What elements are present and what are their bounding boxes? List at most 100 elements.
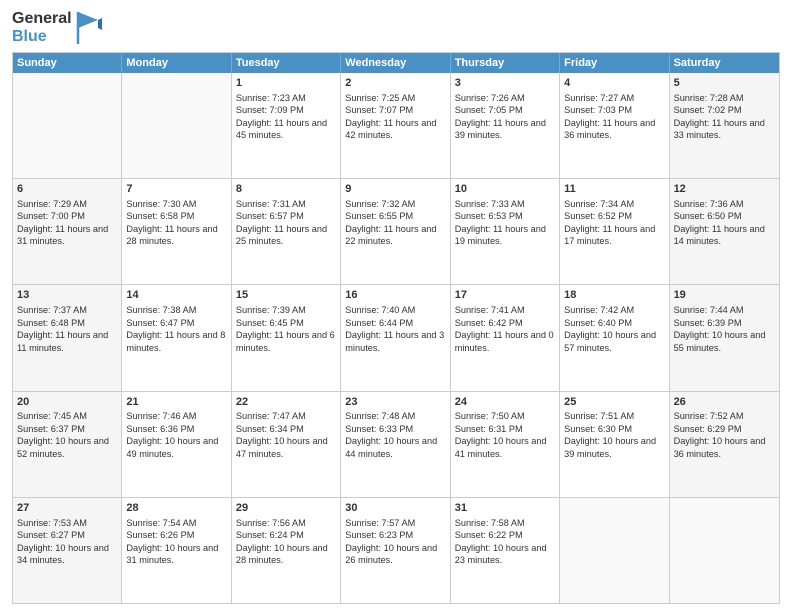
day-info: Sunrise: 7:28 AM Sunset: 7:02 PM Dayligh… bbox=[674, 93, 765, 140]
day-info: Sunrise: 7:23 AM Sunset: 7:09 PM Dayligh… bbox=[236, 93, 327, 140]
day-info: Sunrise: 7:53 AM Sunset: 6:27 PM Dayligh… bbox=[17, 518, 109, 565]
day-info: Sunrise: 7:26 AM Sunset: 7:05 PM Dayligh… bbox=[455, 93, 546, 140]
day-info: Sunrise: 7:40 AM Sunset: 6:44 PM Dayligh… bbox=[345, 305, 444, 352]
day-number: 30 bbox=[345, 501, 445, 516]
day-info: Sunrise: 7:27 AM Sunset: 7:03 PM Dayligh… bbox=[564, 93, 655, 140]
day-cell-6: 6 Sunrise: 7:29 AM Sunset: 7:00 PM Daylig… bbox=[13, 179, 122, 284]
header-friday: Friday bbox=[560, 53, 669, 73]
calendar-row-1: 6 Sunrise: 7:29 AM Sunset: 7:00 PM Daylig… bbox=[13, 178, 779, 284]
day-info: Sunrise: 7:42 AM Sunset: 6:40 PM Dayligh… bbox=[564, 305, 656, 352]
day-number: 24 bbox=[455, 395, 555, 410]
day-cell-4: 4 Sunrise: 7:27 AM Sunset: 7:03 PM Daylig… bbox=[560, 73, 669, 178]
day-number: 17 bbox=[455, 288, 555, 303]
day-info: Sunrise: 7:38 AM Sunset: 6:47 PM Dayligh… bbox=[126, 305, 225, 352]
header-wednesday: Wednesday bbox=[341, 53, 450, 73]
day-info: Sunrise: 7:31 AM Sunset: 6:57 PM Dayligh… bbox=[236, 199, 327, 246]
day-number: 4 bbox=[564, 76, 664, 91]
day-info: Sunrise: 7:36 AM Sunset: 6:50 PM Dayligh… bbox=[674, 199, 765, 246]
day-cell-28: 28Sunrise: 7:54 AM Sunset: 6:26 PM Dayli… bbox=[122, 498, 231, 603]
day-info: Sunrise: 7:51 AM Sunset: 6:30 PM Dayligh… bbox=[564, 411, 656, 458]
day-number: 23 bbox=[345, 395, 445, 410]
day-number: 7 bbox=[126, 182, 226, 197]
day-number: 20 bbox=[17, 395, 117, 410]
day-cell-31: 31Sunrise: 7:58 AM Sunset: 6:22 PM Dayli… bbox=[451, 498, 560, 603]
day-cell-19: 19 Sunrise: 7:44 AM Sunset: 6:39 PM Dayli… bbox=[670, 285, 779, 390]
day-cell-15: 15Sunrise: 7:39 AM Sunset: 6:45 PM Dayli… bbox=[232, 285, 341, 390]
header-tuesday: Tuesday bbox=[232, 53, 341, 73]
calendar-row-4: 27 Sunrise: 7:53 AM Sunset: 6:27 PM Dayli… bbox=[13, 497, 779, 603]
day-info: Sunrise: 7:37 AM Sunset: 6:48 PM Dayligh… bbox=[17, 305, 108, 352]
day-number: 10 bbox=[455, 182, 555, 197]
day-info: Sunrise: 7:48 AM Sunset: 6:33 PM Dayligh… bbox=[345, 411, 437, 458]
logo: General Blue bbox=[12, 10, 102, 46]
day-cell-17: 17 Sunrise: 7:41 AM Sunset: 6:42 PM Dayli… bbox=[451, 285, 560, 390]
day-number: 29 bbox=[236, 501, 336, 516]
day-number: 9 bbox=[345, 182, 445, 197]
day-number: 12 bbox=[674, 182, 775, 197]
day-number: 13 bbox=[17, 288, 117, 303]
day-cell-9: 9Sunrise: 7:32 AM Sunset: 6:55 PM Daylig… bbox=[341, 179, 450, 284]
page-header: General Blue bbox=[12, 10, 780, 46]
day-info: Sunrise: 7:46 AM Sunset: 6:36 PM Dayligh… bbox=[126, 411, 218, 458]
day-cell-23: 23Sunrise: 7:48 AM Sunset: 6:33 PM Dayli… bbox=[341, 392, 450, 497]
day-cell-8: 8Sunrise: 7:31 AM Sunset: 6:57 PM Daylig… bbox=[232, 179, 341, 284]
day-number: 15 bbox=[236, 288, 336, 303]
day-cell-27: 27 Sunrise: 7:53 AM Sunset: 6:27 PM Dayli… bbox=[13, 498, 122, 603]
day-info: Sunrise: 7:52 AM Sunset: 6:29 PM Dayligh… bbox=[674, 411, 766, 458]
day-number: 16 bbox=[345, 288, 445, 303]
day-number: 19 bbox=[674, 288, 775, 303]
day-cell-30: 30 Sunrise: 7:57 AM Sunset: 6:23 PM Dayli… bbox=[341, 498, 450, 603]
day-cell-22: 22Sunrise: 7:47 AM Sunset: 6:34 PM Dayli… bbox=[232, 392, 341, 497]
header-thursday: Thursday bbox=[451, 53, 560, 73]
day-cell-3: 3 Sunrise: 7:26 AM Sunset: 7:05 PM Daylig… bbox=[451, 73, 560, 178]
day-number: 1 bbox=[236, 76, 336, 91]
calendar-row-3: 20Sunrise: 7:45 AM Sunset: 6:37 PM Dayli… bbox=[13, 391, 779, 497]
day-info: Sunrise: 7:41 AM Sunset: 6:42 PM Dayligh… bbox=[455, 305, 554, 352]
day-info: Sunrise: 7:25 AM Sunset: 7:07 PM Dayligh… bbox=[345, 93, 436, 140]
empty-cell bbox=[122, 73, 231, 178]
day-cell-7: 7 Sunrise: 7:30 AM Sunset: 6:58 PM Daylig… bbox=[122, 179, 231, 284]
day-number: 26 bbox=[674, 395, 775, 410]
calendar-row-0: 1 Sunrise: 7:23 AM Sunset: 7:09 PM Daylig… bbox=[13, 73, 779, 178]
logo-text: General Blue bbox=[12, 10, 72, 45]
day-number: 22 bbox=[236, 395, 336, 410]
calendar-body: 1 Sunrise: 7:23 AM Sunset: 7:09 PM Daylig… bbox=[13, 73, 779, 603]
day-info: Sunrise: 7:44 AM Sunset: 6:39 PM Dayligh… bbox=[674, 305, 766, 352]
logo-flag-svg bbox=[74, 10, 102, 46]
day-info: Sunrise: 7:34 AM Sunset: 6:52 PM Dayligh… bbox=[564, 199, 655, 246]
day-info: Sunrise: 7:50 AM Sunset: 6:31 PM Dayligh… bbox=[455, 411, 547, 458]
day-number: 6 bbox=[17, 182, 117, 197]
empty-cell bbox=[560, 498, 669, 603]
day-info: Sunrise: 7:57 AM Sunset: 6:23 PM Dayligh… bbox=[345, 518, 437, 565]
header-monday: Monday bbox=[122, 53, 231, 73]
day-info: Sunrise: 7:29 AM Sunset: 7:00 PM Dayligh… bbox=[17, 199, 108, 246]
day-cell-13: 13 Sunrise: 7:37 AM Sunset: 6:48 PM Dayli… bbox=[13, 285, 122, 390]
page-container: General Blue SundayMondayTuesdayWednesda… bbox=[0, 0, 792, 612]
header-sunday: Sunday bbox=[13, 53, 122, 73]
day-cell-20: 20Sunrise: 7:45 AM Sunset: 6:37 PM Dayli… bbox=[13, 392, 122, 497]
day-info: Sunrise: 7:56 AM Sunset: 6:24 PM Dayligh… bbox=[236, 518, 328, 565]
header-saturday: Saturday bbox=[670, 53, 779, 73]
day-cell-26: 26Sunrise: 7:52 AM Sunset: 6:29 PM Dayli… bbox=[670, 392, 779, 497]
calendar-row-2: 13 Sunrise: 7:37 AM Sunset: 6:48 PM Dayli… bbox=[13, 284, 779, 390]
day-number: 27 bbox=[17, 501, 117, 516]
logo-general-text: General bbox=[12, 10, 72, 28]
day-cell-16: 16 Sunrise: 7:40 AM Sunset: 6:44 PM Dayli… bbox=[341, 285, 450, 390]
calendar-header: SundayMondayTuesdayWednesdayThursdayFrid… bbox=[13, 53, 779, 73]
day-cell-14: 14 Sunrise: 7:38 AM Sunset: 6:47 PM Dayli… bbox=[122, 285, 231, 390]
day-cell-11: 11Sunrise: 7:34 AM Sunset: 6:52 PM Dayli… bbox=[560, 179, 669, 284]
day-cell-12: 12 Sunrise: 7:36 AM Sunset: 6:50 PM Dayli… bbox=[670, 179, 779, 284]
day-cell-2: 2Sunrise: 7:25 AM Sunset: 7:07 PM Daylig… bbox=[341, 73, 450, 178]
day-number: 5 bbox=[674, 76, 775, 91]
day-number: 14 bbox=[126, 288, 226, 303]
day-cell-21: 21Sunrise: 7:46 AM Sunset: 6:36 PM Dayli… bbox=[122, 392, 231, 497]
day-info: Sunrise: 7:30 AM Sunset: 6:58 PM Dayligh… bbox=[126, 199, 217, 246]
day-info: Sunrise: 7:47 AM Sunset: 6:34 PM Dayligh… bbox=[236, 411, 328, 458]
day-cell-29: 29 Sunrise: 7:56 AM Sunset: 6:24 PM Dayli… bbox=[232, 498, 341, 603]
day-info: Sunrise: 7:33 AM Sunset: 6:53 PM Dayligh… bbox=[455, 199, 546, 246]
day-number: 21 bbox=[126, 395, 226, 410]
day-number: 3 bbox=[455, 76, 555, 91]
day-number: 28 bbox=[126, 501, 226, 516]
empty-cell bbox=[13, 73, 122, 178]
day-cell-24: 24Sunrise: 7:50 AM Sunset: 6:31 PM Dayli… bbox=[451, 392, 560, 497]
